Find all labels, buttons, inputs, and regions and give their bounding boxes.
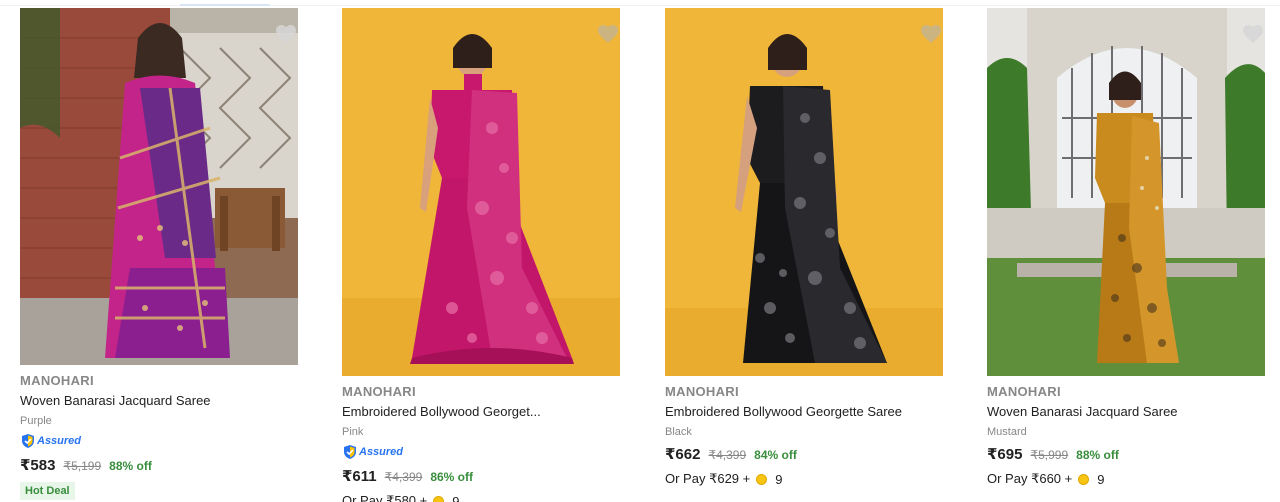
coin-count: 9 (775, 471, 783, 487)
price-row: ₹583 ₹5,199 88% off (20, 456, 298, 474)
coin-count: 9 (1097, 471, 1105, 487)
selling-price: ₹662 (665, 446, 701, 463)
assured-badge: Assured (20, 433, 298, 449)
original-price: ₹5,999 (1030, 448, 1069, 462)
discount-percent: 88% off (109, 459, 152, 473)
saree-photo-mustard (987, 8, 1265, 376)
original-price: ₹4,399 (384, 470, 423, 484)
saree-photo-black (665, 8, 943, 376)
product-grid-page: MANOHARI Woven Banarasi Jacquard Saree P… (0, 0, 1280, 502)
product-image-mustard[interactable] (987, 8, 1265, 376)
product-color: Black (665, 426, 692, 438)
selling-price: ₹611 (342, 468, 377, 485)
product-image-purple[interactable] (20, 8, 298, 365)
assured-badge: Assured (342, 444, 620, 460)
discount-percent: 86% off (430, 470, 473, 484)
product-color: Purple (20, 415, 52, 427)
top-tab-indicator (180, 4, 270, 6)
product-brand: MANOHARI (342, 384, 416, 399)
product-brand: MANOHARI (987, 384, 1061, 399)
supercoin-pay-row: Or Pay ₹660 + 9 (987, 471, 1265, 487)
product-title[interactable]: Woven Banarasi Jacquard Saree (20, 393, 260, 408)
supercoin-icon (1078, 473, 1090, 485)
assured-shield-icon (22, 434, 34, 448)
pay-with-coins-text: Or Pay ₹660 + (987, 471, 1073, 486)
product-color: Pink (342, 426, 364, 438)
product-brand: MANOHARI (665, 384, 739, 399)
discount-percent: 84% off (754, 448, 797, 462)
selling-price: ₹583 (20, 457, 56, 474)
supercoin-pay-row: Or Pay ₹580 + 9 (342, 493, 620, 502)
product-image-pink[interactable] (342, 8, 620, 376)
product-image-black[interactable] (665, 8, 943, 376)
saree-photo-purple (20, 8, 298, 365)
product-title[interactable]: Woven Banarasi Jacquard Saree (987, 404, 1227, 419)
price-row: ₹662 ₹4,399 84% off (665, 445, 943, 463)
assured-label: Assured (37, 435, 82, 447)
wishlist-heart-icon[interactable] (274, 22, 298, 46)
product-card-mustard[interactable]: MANOHARI Woven Banarasi Jacquard Saree M… (987, 8, 1265, 487)
original-price: ₹4,399 (708, 448, 747, 462)
product-card-black[interactable]: MANOHARI Embroidered Bollywood Georgette… (665, 8, 943, 487)
supercoin-icon (433, 495, 445, 502)
discount-percent: 88% off (1076, 448, 1119, 462)
product-title[interactable]: Embroidered Bollywood Georgette Saree (665, 404, 905, 419)
original-price: ₹5,199 (63, 459, 102, 473)
saree-photo-pink (342, 8, 620, 376)
assured-shield-icon (344, 445, 356, 459)
product-brand: MANOHARI (20, 373, 94, 388)
pay-with-coins-text: Or Pay ₹580 + (342, 493, 428, 502)
wishlist-heart-icon[interactable] (1241, 22, 1265, 46)
assured-label: Assured (359, 446, 404, 458)
product-card-pink[interactable]: MANOHARI Embroidered Bollywood Georget..… (342, 8, 620, 502)
coin-count: 9 (452, 493, 460, 502)
product-card-purple[interactable]: MANOHARI Woven Banarasi Jacquard Saree P… (20, 8, 298, 500)
wishlist-heart-icon[interactable] (919, 22, 943, 46)
supercoin-pay-row: Or Pay ₹629 + 9 (665, 471, 943, 487)
hot-deal-badge: Hot Deal (20, 482, 75, 500)
product-title[interactable]: Embroidered Bollywood Georget... (342, 404, 582, 419)
wishlist-heart-icon[interactable] (596, 22, 620, 46)
price-row: ₹611 ₹4,399 86% off (342, 467, 620, 485)
pay-with-coins-text: Or Pay ₹629 + (665, 471, 751, 486)
selling-price: ₹695 (987, 446, 1023, 463)
supercoin-icon (756, 473, 768, 485)
product-color: Mustard (987, 426, 1027, 438)
price-row: ₹695 ₹5,999 88% off (987, 445, 1265, 463)
